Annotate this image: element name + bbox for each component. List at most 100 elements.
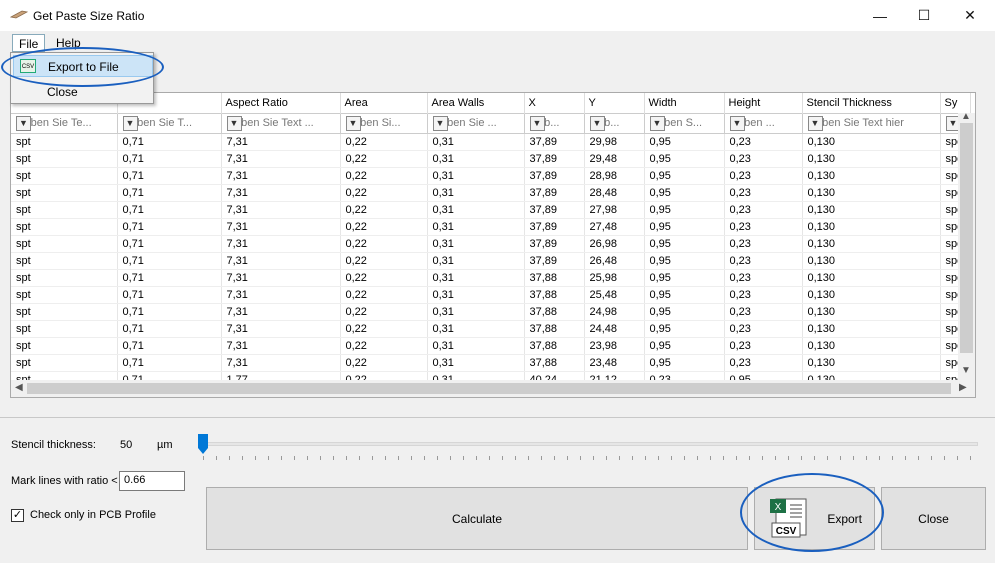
table-cell: 26,48	[584, 252, 645, 270]
table-row[interactable]: spt 0,71 7,31 0,22 0,31 37,88 24,48 0,95 0,23 0,1…	[11, 320, 971, 338]
column-header[interactable]: Height	[724, 93, 803, 113]
filter-funnel-icon[interactable]: ▼	[729, 115, 745, 131]
table-cell: 7,31	[221, 150, 341, 168]
table-cell: spt	[11, 354, 118, 372]
scroll-left-icon[interactable]: ◀	[15, 382, 23, 393]
table-row[interactable]: spt 0,71 7,31 0,22 0,31 37,89 27,48 0,95 0,23 0,1…	[11, 218, 971, 236]
table-row[interactable]: spt 0,71 7,31 0,22 0,31 37,88 23,48 0,95 0,23 0,1…	[11, 354, 971, 372]
table-row[interactable]: spt 0,71 7,31 0,22 0,31 37,88 24,98 0,95 0,23 0,1…	[11, 303, 971, 321]
filter-cell[interactable]: Geben S... ▼	[644, 112, 725, 134]
table-cell: spt	[11, 150, 118, 168]
table-cell: 0,22	[340, 252, 428, 270]
filter-cell[interactable]: Geb...▼	[584, 112, 645, 134]
filter-funnel-icon[interactable]: ▼	[589, 115, 605, 131]
filter-cell[interactable]: Geben Sie ... ▼	[427, 112, 525, 134]
filter-cell[interactable]: Geben Sie Text hier ▼	[802, 112, 941, 134]
table-cell: 0,22	[340, 269, 428, 287]
table-cell: 37,89	[524, 235, 585, 253]
table-row[interactable]: spt 0,71 7,31 0,22 0,31 37,89 29,98 0,95 0,23 0,1…	[11, 133, 971, 151]
filter-funnel-icon[interactable]: ▼	[649, 115, 665, 131]
table-cell: 0,71	[117, 167, 222, 185]
table-row[interactable]: spt 0,71 7,31 0,22 0,31 37,89 26,48 0,95 0,23 0,1…	[11, 252, 971, 270]
menu-help[interactable]: Help	[50, 34, 87, 52]
filter-cell[interactable]: Geben Sie Text ... ▼	[221, 112, 341, 134]
table-row[interactable]: spt 0,71 7,31 0,22 0,31 37,89 27,98 0,95 0,23 0,1…	[11, 201, 971, 219]
table-cell: spt	[11, 218, 118, 236]
stencil-thickness-slider[interactable]	[200, 442, 978, 446]
results-table: Aspect Ratio Area Area Walls X Y Width Height S…	[11, 93, 971, 389]
menu-item-export-label: Export to File	[48, 60, 119, 74]
table-row[interactable]: spt 0,71 7,31 0,22 0,31 37,88 25,48 0,95 0,23 0,1…	[11, 286, 971, 304]
table-cell: 7,31	[221, 269, 341, 287]
filter-cell[interactable]: Geben Sie Te... ▼	[11, 112, 118, 134]
vertical-scroll-thumb[interactable]	[960, 123, 973, 353]
column-header[interactable]: Width	[644, 93, 725, 113]
horizontal-scrollbar[interactable]: ◀ ▶	[11, 380, 975, 397]
calculate-button[interactable]: Calculate	[206, 487, 748, 550]
table-cell: 25,48	[584, 286, 645, 304]
pcb-profile-checkbox[interactable]: ✓	[11, 509, 24, 522]
table-cell: 0,95	[644, 354, 725, 372]
table-cell: 7,31	[221, 133, 341, 151]
scroll-down-icon[interactable]: ▼	[961, 365, 971, 376]
ratio-input[interactable]: 0.66	[119, 471, 185, 491]
table-cell: 0,22	[340, 303, 428, 321]
column-header[interactable]: Area Walls	[427, 93, 525, 113]
scroll-right-icon[interactable]: ▶	[959, 382, 967, 393]
filter-cell[interactable]: Geben Si... ▼	[340, 112, 428, 134]
menu-file[interactable]: File	[12, 34, 46, 52]
table-cell: spt	[11, 167, 118, 185]
table-cell: 0,130	[802, 320, 941, 338]
column-header[interactable]: Y	[584, 93, 645, 113]
filter-input[interactable]: Geben Sie Text hier	[808, 117, 918, 129]
scroll-up-icon[interactable]: ▲	[961, 111, 971, 122]
filter-funnel-icon[interactable]: ▼	[226, 115, 242, 131]
filter-funnel-icon[interactable]: ▼	[16, 115, 31, 131]
filter-funnel-icon[interactable]: ▼	[432, 115, 448, 131]
column-header[interactable]: X	[524, 93, 585, 113]
table-cell: 29,98	[584, 133, 645, 151]
table-row[interactable]: spt 0,71 7,31 0,22 0,31 37,89 29,48 0,95 0,23 0,1…	[11, 150, 971, 168]
data-grid[interactable]: Aspect Ratio Area Area Walls X Y Width Height S…	[10, 92, 976, 398]
table-cell: 0,130	[802, 269, 941, 287]
vertical-scrollbar[interactable]: ▲ ▼	[958, 111, 975, 381]
file-menu-dropdown: CSV Export to File Close	[10, 52, 154, 104]
table-cell: spt	[11, 201, 118, 219]
filter-funnel-icon[interactable]: ▼	[122, 115, 138, 131]
filter-cell[interactable]: Geb...▼	[524, 112, 585, 134]
maximize-button[interactable]: ☐	[901, 0, 947, 31]
table-row[interactable]: spt 0,71 7,31 0,22 0,31 37,88 23,98 0,95 0,23 0,1…	[11, 337, 971, 355]
table-cell: 0,22	[340, 235, 428, 253]
table-cell: 0,130	[802, 337, 941, 355]
horizontal-scroll-thumb[interactable]	[27, 383, 951, 394]
filter-funnel-icon[interactable]: ▼	[345, 115, 361, 131]
table-cell: 37,88	[524, 303, 585, 321]
table-row[interactable]: spt 0,71 7,31 0,22 0,31 37,89 28,48 0,95 0,23 0,1…	[11, 184, 971, 202]
table-cell: 0,71	[117, 235, 222, 253]
filter-funnel-icon[interactable]: ▼	[529, 115, 545, 131]
table-cell: 0,71	[117, 218, 222, 236]
table-cell: 0,95	[644, 320, 725, 338]
table-row[interactable]: spt 0,71 7,31 0,22 0,31 37,88 25,98 0,95 0,23 0,1…	[11, 269, 971, 287]
filter-funnel-icon[interactable]: ▼	[807, 115, 823, 131]
slider-thumb[interactable]	[198, 434, 208, 454]
close-button[interactable]: Close	[881, 487, 986, 550]
table-cell: 0,130	[802, 167, 941, 185]
table-row[interactable]: spt 0,71 7,31 0,22 0,31 37,89 26,98 0,95 0,23 0,1…	[11, 235, 971, 253]
filter-cell[interactable]: Geben ... ▼	[724, 112, 803, 134]
column-header[interactable]: Stencil Thickness	[802, 93, 941, 113]
table-cell: spt	[11, 337, 118, 355]
menu-item-close[interactable]: Close	[13, 81, 153, 103]
table-cell: 0,95	[644, 218, 725, 236]
menu-item-export-to-file[interactable]: CSV Export to File	[13, 55, 153, 77]
table-row[interactable]: spt 0,71 7,31 0,22 0,31 37,89 28,98 0,95 0,23 0,1…	[11, 167, 971, 185]
table-cell: spt	[11, 269, 118, 287]
minimize-button[interactable]: —	[857, 0, 903, 31]
column-header[interactable]: Aspect Ratio	[221, 93, 341, 113]
window-close-button[interactable]: ✕	[947, 0, 993, 31]
table-cell: 0,71	[117, 303, 222, 321]
column-header[interactable]: Area	[340, 93, 428, 113]
filter-cell[interactable]: Geben Sie T... ▼	[117, 112, 222, 134]
column-header[interactable]: Sy	[940, 93, 971, 113]
table-cell: spt	[11, 303, 118, 321]
